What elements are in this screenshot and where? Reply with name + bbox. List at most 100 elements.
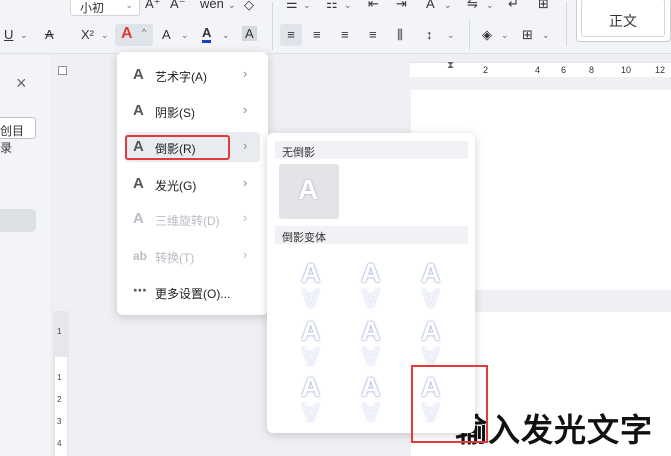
numbering-icon[interactable]: ☷: [326, 0, 338, 12]
chevron-down-icon[interactable]: ⌄: [181, 30, 189, 41]
menu-item-label: 转换(T): [155, 251, 195, 265]
chevron-down-icon[interactable]: ⌄: [542, 30, 550, 41]
art-text-button[interactable]: A ^: [115, 24, 153, 46]
letter-a-reflection: A: [361, 341, 381, 371]
hruler-tick: 6: [561, 65, 567, 75]
style-normal[interactable]: 正文: [581, 0, 665, 37]
superscript-icon[interactable]: X²: [81, 27, 94, 42]
font-size-value: 小初: [80, 1, 105, 15]
hruler-tick: 4: [535, 65, 541, 75]
letter-a-reflection: A: [301, 341, 321, 371]
letter-a-reflection: A: [361, 397, 381, 427]
indent-marker-icon[interactable]: ⧗: [447, 60, 454, 71]
letter-a-reflection: A: [301, 283, 321, 313]
chevron-down-icon[interactable]: ⌄: [444, 0, 452, 11]
menu-item-label: 艺术字(A): [155, 70, 207, 84]
reflection-variant-5[interactable]: AA: [351, 316, 395, 371]
chevron-down-icon[interactable]: ⌄: [486, 0, 494, 11]
show-marks-icon[interactable]: ↵: [508, 0, 519, 12]
chevron-down-icon[interactable]: ⌄: [447, 30, 455, 41]
chevron-right-icon: ›: [243, 247, 248, 262]
reflection-variant-2[interactable]: AA: [351, 258, 395, 313]
navigation-panel: [0, 55, 50, 456]
reflection-icon: A: [133, 138, 144, 155]
border-icon[interactable]: ⊞: [522, 27, 533, 43]
eraser-icon[interactable]: ◇: [244, 0, 254, 13]
letter-a-icon: A: [298, 174, 319, 205]
font-size-select[interactable]: 小初 ⌄: [70, 0, 140, 16]
nav-item-selected[interactable]: [0, 209, 36, 232]
underline-icon[interactable]: U: [4, 27, 13, 42]
menu-item-label: 发光(G): [155, 179, 197, 193]
no-reflection-option[interactable]: A: [279, 164, 339, 219]
chevron-down-icon[interactable]: ⌄: [20, 30, 28, 41]
shading-icon[interactable]: ◈: [482, 27, 492, 43]
align-center-icon[interactable]: ≡: [313, 27, 321, 42]
art-text-icon: A: [121, 25, 133, 42]
indent-increase-icon[interactable]: ⇥: [396, 0, 407, 12]
menu-item-reflection[interactable]: A 倒影(R) ›: [125, 132, 260, 162]
menu-item-art-text[interactable]: A 艺术字(A) ›: [125, 60, 260, 90]
bullets-icon[interactable]: ☰: [286, 0, 298, 12]
align-right-icon[interactable]: ≡: [341, 27, 349, 42]
align-left-icon[interactable]: ≡: [280, 24, 302, 46]
style-gallery[interactable]: 正文: [576, 0, 671, 42]
text-direction-icon[interactable]: Ä: [426, 0, 435, 11]
reflection-variant-7[interactable]: AA: [291, 372, 335, 427]
sort-icon[interactable]: ⇋: [467, 0, 478, 12]
create-toc-button[interactable]: 创目录: [0, 117, 36, 155]
chevron-right-icon: ›: [243, 175, 248, 190]
menu-item-shadow[interactable]: A 阴影(S) ›: [125, 96, 260, 126]
chevron-right-icon: ›: [243, 138, 248, 153]
font-color-icon[interactable]: A: [202, 26, 212, 43]
menu-item-3d-rotation: A 三维旋转(D) ›: [125, 204, 260, 234]
vruler-tick: 4: [57, 439, 62, 448]
menu-item-label: 更多设置(O)...: [155, 287, 231, 301]
transform-icon: ab: [133, 249, 148, 263]
tab-stop-icon[interactable]: [58, 66, 67, 75]
section-header: 无倒影: [275, 141, 468, 159]
line-spacing-icon[interactable]: ↕: [426, 27, 433, 42]
letter-a-reflection: A: [421, 283, 441, 313]
letter-a-reflection: A: [301, 397, 321, 427]
chevron-down-icon[interactable]: ⌄: [222, 30, 230, 41]
justify-icon[interactable]: ≡: [369, 27, 377, 42]
reflection-variant-4[interactable]: AA: [291, 316, 335, 371]
reflection-variant-1[interactable]: AA: [291, 258, 335, 313]
phonetic-icon[interactable]: wén: [200, 0, 224, 11]
chevron-up-icon: ^: [142, 27, 147, 37]
border-icon[interactable]: ⊞: [538, 0, 549, 12]
indent-decrease-icon[interactable]: ⇤: [368, 0, 379, 12]
chevron-down-icon[interactable]: ⌄: [344, 0, 352, 11]
decrease-font-icon[interactable]: A⁻: [170, 0, 186, 12]
reflection-variant-6[interactable]: AA: [411, 316, 455, 371]
vertical-ruler: 1 1 2 3 4: [53, 311, 69, 456]
chevron-down-icon[interactable]: ⌄: [101, 30, 109, 41]
hruler-tick: 10: [621, 65, 632, 75]
vruler-tick: 1: [57, 373, 62, 382]
char-shade-icon[interactable]: A: [242, 26, 257, 41]
ribbon-separator: [469, 20, 470, 50]
menu-item-more-settings[interactable]: ⋯ 更多设置(O)...: [125, 277, 260, 307]
selection-highlight-outline: [411, 365, 488, 443]
hruler-tick: 2: [483, 65, 489, 75]
hruler-tick: 8: [589, 65, 595, 75]
3d-rotation-icon: A: [133, 210, 144, 227]
shadow-icon: A: [133, 102, 144, 119]
increase-font-icon[interactable]: A⁺: [145, 0, 161, 12]
chevron-right-icon: ›: [243, 210, 248, 225]
distribute-icon[interactable]: ⫼: [397, 27, 403, 43]
chevron-down-icon[interactable]: ⌄: [228, 0, 236, 11]
close-icon[interactable]: ×: [16, 73, 27, 94]
strikethrough-icon[interactable]: A: [45, 27, 54, 42]
highlight-icon[interactable]: A: [162, 27, 171, 42]
menu-item-label: 阴影(S): [155, 106, 195, 120]
letter-a-reflection: A: [361, 283, 381, 313]
menu-item-glow[interactable]: A 发光(G) ›: [125, 169, 260, 199]
glow-icon: A: [133, 175, 144, 192]
reflection-variant-8[interactable]: AA: [351, 372, 395, 427]
chevron-down-icon[interactable]: ⌄: [501, 30, 509, 41]
reflection-variant-3[interactable]: AA: [411, 258, 455, 313]
chevron-down-icon: ⌄: [125, 0, 133, 10]
chevron-down-icon[interactable]: ⌄: [303, 0, 311, 11]
